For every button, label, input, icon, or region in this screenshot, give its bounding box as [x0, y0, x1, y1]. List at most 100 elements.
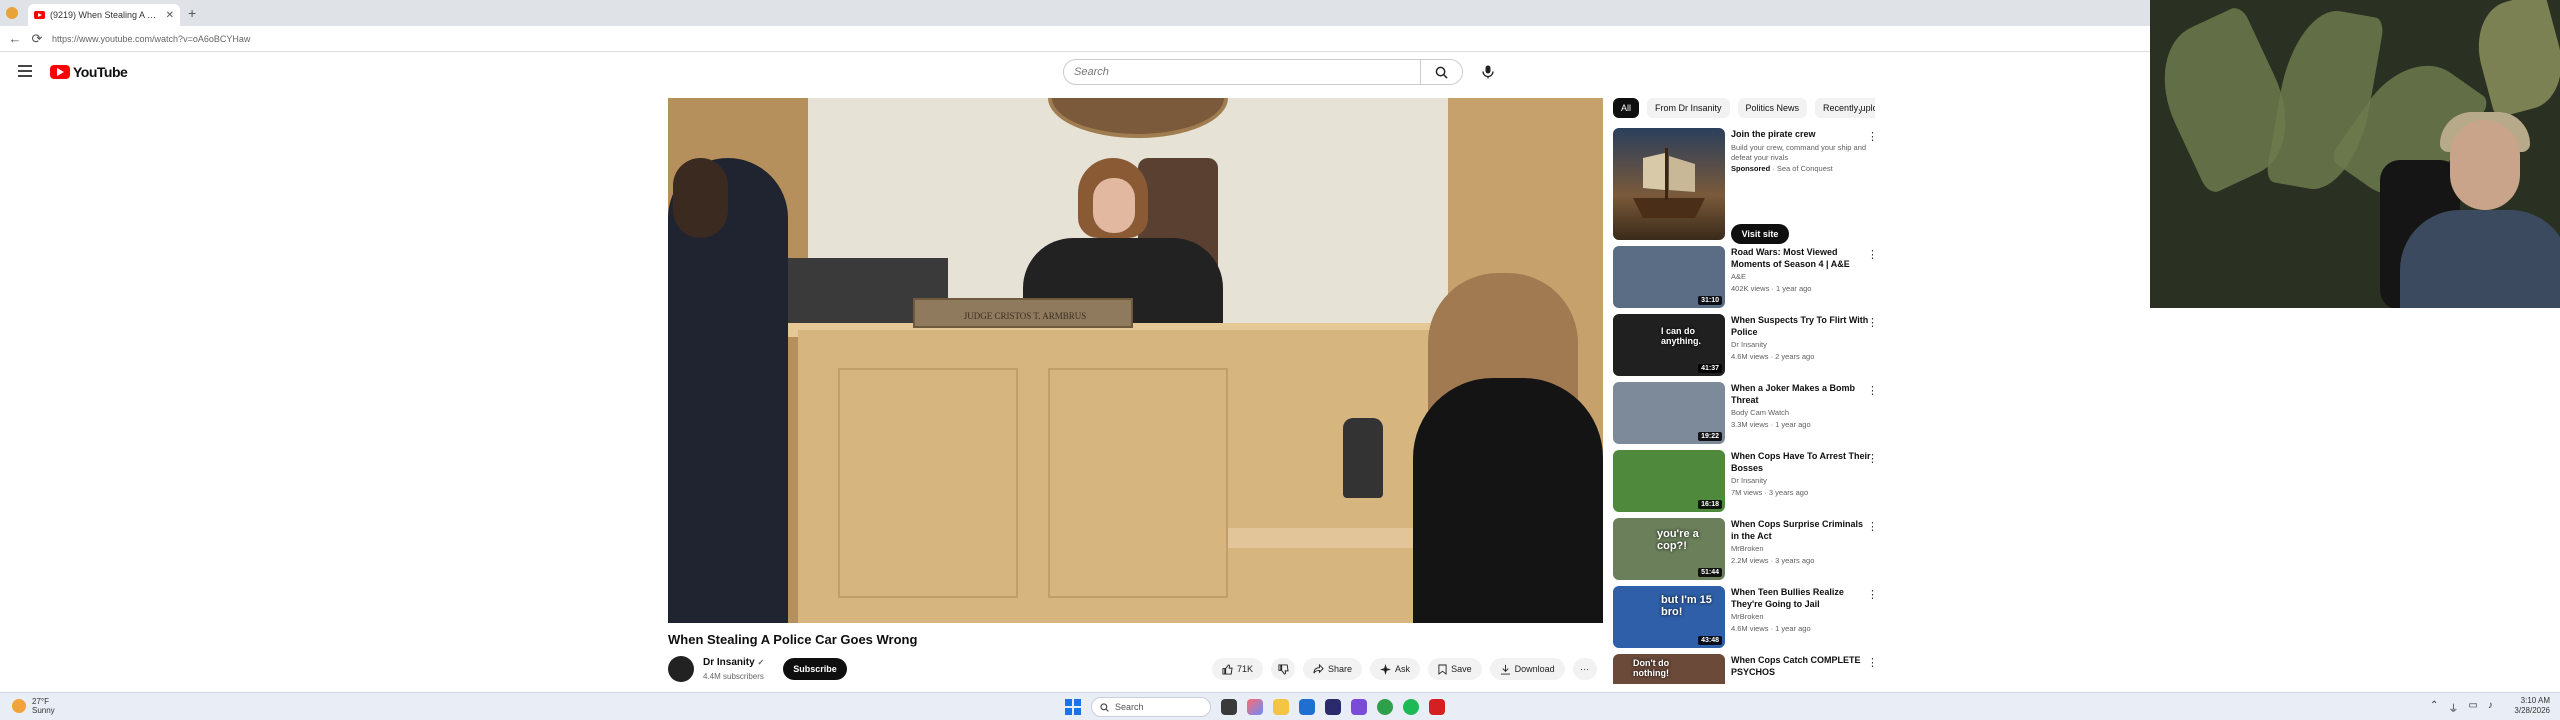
thumbnail-caption: you're a cop?!	[1657, 528, 1699, 552]
spotify-icon[interactable]	[1403, 699, 1419, 715]
search-input[interactable]: Search	[1063, 59, 1421, 85]
ask-label: Ask	[1395, 664, 1411, 674]
recommendation-item[interactable]: I can do anything. 41:37 When Suspects T…	[1613, 314, 1878, 380]
ask-button[interactable]: Ask	[1370, 658, 1421, 680]
browser-tab-bar: (9219) When Stealing A Polic ✕ +	[0, 0, 2150, 26]
more-options-icon[interactable]: ⋮	[1867, 316, 1878, 329]
recommendation-item[interactable]: Don't do nothing! When Cops Catch COMPLE…	[1613, 654, 1875, 684]
dislike-button[interactable]	[1271, 658, 1296, 680]
more-options-icon[interactable]: ⋮	[1867, 452, 1878, 465]
sparkle-icon	[1380, 663, 1392, 675]
ad-card[interactable]: Join the pirate crew Build your crew, co…	[1613, 128, 1878, 244]
thumbs-down-icon	[1277, 663, 1289, 675]
file-explorer-icon[interactable]	[1273, 699, 1289, 715]
back-icon[interactable]: ←	[8, 31, 22, 46]
taskbar-search-placeholder: Search	[1115, 702, 1144, 712]
obs-icon[interactable]	[1429, 699, 1445, 715]
ad-title[interactable]: Join the pirate crew	[1731, 128, 1871, 140]
recommendation-item[interactable]: you're a cop?! 51:44 When Cops Surprise …	[1613, 518, 1878, 584]
chip-recently-uploaded[interactable]: Recently uploaded	[1815, 98, 1875, 118]
recommendation-item[interactable]: 19:22 When a Joker Makes a Bomb Threat B…	[1613, 382, 1878, 448]
youtube-logo[interactable]: YouTube	[50, 64, 128, 80]
recommendation-channel[interactable]: A&E	[1731, 272, 1871, 281]
edge-browser-icon[interactable]	[1299, 699, 1315, 715]
reload-icon[interactable]: ⟳	[30, 31, 44, 47]
recommendation-title[interactable]: Road Wars: Most Viewed Moments of Season…	[1731, 246, 1871, 270]
more-options-icon[interactable]: ⋮	[1867, 656, 1875, 669]
more-options-icon[interactable]: ⋮	[1867, 588, 1878, 601]
network-icon[interactable]: ▭	[2468, 700, 2477, 715]
ad-thumbnail[interactable]	[1613, 128, 1725, 240]
video-thumbnail[interactable]: I can do anything. 41:37	[1613, 314, 1725, 376]
volume-icon[interactable]: ♪	[2488, 700, 2493, 715]
weather-desc: Sunny	[32, 706, 55, 715]
browser-tab[interactable]: (9219) When Stealing A Polic ✕	[28, 4, 180, 26]
like-button[interactable]: 71K	[1212, 658, 1264, 680]
store-icon[interactable]	[1325, 699, 1341, 715]
share-button[interactable]: Share	[1303, 658, 1363, 680]
subscribe-button[interactable]: Subscribe	[783, 658, 847, 680]
chip-all[interactable]: All	[1613, 98, 1640, 118]
task-view-icon[interactable]	[1221, 699, 1237, 715]
recommendation-title[interactable]: When Cops Catch COMPLETE PSYCHOS	[1731, 654, 1871, 678]
recommendation-item[interactable]: 31:10 Road Wars: Most Viewed Moments of …	[1613, 246, 1878, 312]
recommendation-title[interactable]: When a Joker Makes a Bomb Threat	[1731, 382, 1871, 406]
video-player[interactable]: JUDGE CRISTOS T. ARMBRUS	[668, 98, 1603, 623]
video-thumbnail[interactable]: Don't do nothing!	[1613, 654, 1725, 684]
more-options-icon[interactable]: ⋮	[1867, 130, 1878, 143]
more-options-icon[interactable]: ⋮	[1867, 384, 1878, 397]
share-icon	[1313, 663, 1324, 673]
recommendation-channel[interactable]: MrBroken	[1731, 612, 1871, 621]
recommendation-item[interactable]: but I'm 15 bro! 43:48 When Teen Bullies …	[1613, 586, 1878, 652]
voice-search-button[interactable]	[1475, 59, 1501, 85]
youtube-favicon-icon	[34, 11, 45, 19]
chip-from-channel[interactable]: From Dr Insanity	[1647, 98, 1730, 118]
recommendation-channel[interactable]: Body Cam Watch	[1731, 408, 1871, 417]
chip-politics-news[interactable]: Politics News	[1737, 98, 1808, 118]
recommendation-title[interactable]: When Teen Bullies Realize They're Going …	[1731, 586, 1871, 610]
chevron-up-icon[interactable]: ⌃	[2430, 700, 2438, 715]
taskbar-search[interactable]: Search	[1091, 697, 1211, 717]
attorney-head	[673, 158, 728, 238]
recommendation-item[interactable]: 16:18 When Cops Have To Arrest Their Bos…	[1613, 450, 1878, 516]
url-field[interactable]: https://www.youtube.com/watch?v=oA6oBCYH…	[52, 34, 250, 44]
recommendation-title[interactable]: When Suspects Try To Flirt With Police	[1731, 314, 1871, 338]
browser-menu-icon[interactable]	[6, 7, 18, 19]
judge-nameplate: JUDGE CRISTOS T. ARMBRUS	[913, 298, 1133, 328]
search-button[interactable]	[1421, 59, 1463, 85]
video-thumbnail[interactable]: 31:10	[1613, 246, 1725, 308]
weather-widget[interactable]: 27°F Sunny	[32, 697, 55, 715]
defendant-figure	[1413, 378, 1603, 623]
more-options-icon[interactable]: ⋮	[1867, 520, 1878, 533]
recommendation-title[interactable]: When Cops Surprise Criminals in the Act	[1731, 518, 1871, 542]
recommendation-title[interactable]: When Cops Have To Arrest Their Bosses	[1731, 450, 1871, 474]
more-actions-button[interactable]: ···	[1572, 658, 1597, 680]
recommendation-channel[interactable]: MrBroken	[1731, 544, 1871, 553]
recommendation-channel[interactable]: Dr Insanity	[1731, 476, 1871, 485]
new-tab-icon[interactable]: +	[188, 5, 196, 21]
discord-icon[interactable]	[1351, 699, 1367, 715]
usb-icon[interactable]: ⏚	[2448, 700, 2458, 715]
video-thumbnail[interactable]: you're a cop?! 51:44	[1613, 518, 1725, 580]
channel-avatar[interactable]	[668, 656, 694, 682]
download-button[interactable]: Download	[1489, 658, 1565, 680]
chevron-right-icon[interactable]: ›	[1858, 104, 1862, 118]
video-thumbnail[interactable]: 19:22	[1613, 382, 1725, 444]
system-clock[interactable]: 3:10 AM 3/28/2026	[2505, 696, 2550, 716]
channel-name[interactable]: Dr Insanity ✓	[703, 657, 764, 668]
weather-sun-icon[interactable]	[12, 699, 26, 713]
windows-start-icon[interactable]	[1065, 699, 1081, 715]
copilot-icon[interactable]	[1247, 699, 1263, 715]
save-button[interactable]: Save	[1428, 658, 1482, 680]
recommendation-channel[interactable]: Dr Insanity	[1731, 340, 1871, 349]
video-thumbnail[interactable]: 16:18	[1613, 450, 1725, 512]
more-options-icon[interactable]: ⋮	[1867, 248, 1878, 261]
video-title: When Stealing A Police Car Goes Wrong	[668, 632, 918, 647]
video-duration: 41:37	[1698, 364, 1722, 373]
tab-close-icon[interactable]: ✕	[166, 10, 174, 21]
visit-site-button[interactable]: Visit site	[1731, 224, 1789, 244]
chrome-icon[interactable]	[1377, 699, 1393, 715]
video-thumbnail[interactable]: but I'm 15 bro! 43:48	[1613, 586, 1725, 648]
hamburger-menu-icon[interactable]	[18, 65, 32, 77]
taskbar-apps: Search	[1065, 697, 1445, 717]
